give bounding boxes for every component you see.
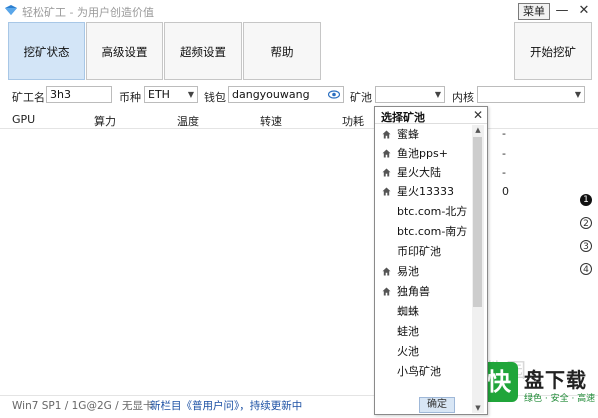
pool-item[interactable]: 蜜蜂 [375, 126, 471, 144]
home-icon [382, 187, 391, 196]
eye-icon[interactable] [328, 89, 340, 100]
pool-item-label: 独角兽 [397, 285, 430, 298]
app-logo-icon [5, 5, 17, 15]
pool-item[interactable]: 币印矿池 [375, 243, 471, 261]
pool-select[interactable]: ▼ [375, 86, 445, 103]
pool-item[interactable]: 小鸟矿池 [375, 363, 471, 381]
coin-select[interactable]: ETH ▼ [144, 86, 198, 103]
pool-item[interactable]: btc.com-北方 [375, 203, 471, 221]
news-link[interactable]: 新栏目《普用户问》，持续更新中 [150, 398, 302, 413]
wallet-input-value: dangyouwang [232, 88, 310, 101]
chevron-down-icon: ▼ [434, 90, 441, 99]
step-one-icon: 1 [580, 194, 592, 206]
pool-item-label: 蛙池 [397, 325, 419, 338]
pool-item-label: 蜘蛛 [397, 305, 419, 318]
pool-item[interactable]: 蜘蛛 [375, 303, 471, 321]
pool-item-label: 易池 [397, 265, 419, 278]
pool-item-label: btc.com-北方 [397, 205, 468, 218]
pool-item[interactable]: btc.com-南方 [375, 223, 471, 241]
pool-item[interactable]: 独角兽 [375, 283, 471, 301]
miner-name-label: 矿工名 [12, 91, 45, 104]
column-header-hashrate: 算力 [94, 115, 116, 128]
column-header-temperature: 温度 [177, 115, 199, 128]
pool-item[interactable]: 易池 [375, 263, 471, 281]
close-icon[interactable]: ✕ [473, 108, 483, 122]
step-two-icon: 2 [580, 217, 592, 229]
pool-item-label: 蜜蜂 [397, 128, 419, 141]
start-mining-button[interactable]: 开始挖矿 [514, 22, 592, 80]
table-cell-value: - [502, 127, 506, 140]
coin-label: 币种 [119, 91, 141, 104]
minimize-button[interactable]: — [552, 2, 572, 20]
column-header-power: 功耗 [342, 115, 364, 128]
table-cell-value: - [502, 166, 506, 179]
scroll-down-icon[interactable]: ▼ [472, 403, 484, 413]
tab-overclock-settings[interactable]: 超频设置 [164, 22, 242, 80]
table-cell-value: - [502, 147, 506, 160]
home-icon [382, 130, 391, 139]
pool-item-label: 小鸟矿池 [397, 365, 441, 378]
pool-item[interactable]: 火池 [375, 343, 471, 361]
popup-scrollbar[interactable]: ▲ ▼ [472, 125, 484, 413]
pool-item-label: 鱼池pps+ [397, 147, 448, 160]
confirm-button[interactable]: 确定 [419, 397, 455, 413]
step-four-icon: 4 [580, 263, 592, 275]
column-header-gpu: GPU [12, 113, 36, 126]
table-cell-value: 0 [502, 185, 509, 198]
pool-item[interactable]: 星火大陆 [375, 164, 471, 182]
home-icon [382, 168, 391, 177]
home-icon [382, 267, 391, 276]
pool-selection-popup: 选择矿池 ✕ 蜜蜂 鱼池pps+ 星火大陆 星火13333 btc.com-北方… [374, 106, 488, 415]
popup-divider [375, 123, 487, 124]
pool-item[interactable]: 蛙池 [375, 323, 471, 341]
pool-item[interactable]: 星火13333 [375, 183, 471, 201]
watermark-brand: 盘下载 [524, 368, 587, 392]
chevron-down-icon: ▼ [187, 90, 194, 99]
menu-button[interactable]: 菜单 [518, 3, 550, 20]
table-header-divider [0, 128, 598, 129]
pool-label: 矿池 [350, 91, 372, 104]
tab-advanced-settings[interactable]: 高级设置 [86, 22, 163, 80]
home-icon [382, 287, 391, 296]
tab-mining-status[interactable]: 挖矿状态 [8, 22, 85, 80]
kernel-label: 内核 [452, 91, 474, 104]
kernel-select[interactable]: ▼ [477, 86, 585, 103]
pool-item-label: 币印矿池 [397, 245, 441, 258]
title-bar: 轻松矿工 - 为用户创造价值 菜单 — ✕ [0, 0, 598, 22]
pool-item-label: btc.com-南方 [397, 225, 468, 238]
home-icon [382, 149, 391, 158]
system-info-text: Win7 SP1 / 1G@2G / 无显卡 [12, 400, 154, 412]
close-button[interactable]: ✕ [574, 2, 594, 20]
chevron-down-icon: ▼ [574, 90, 581, 99]
scroll-up-icon[interactable]: ▲ [472, 125, 484, 135]
window-title: 轻松矿工 - 为用户创造价值 [22, 6, 154, 19]
column-header-fan-speed: 转速 [260, 115, 282, 128]
pool-item-label: 星火大陆 [397, 166, 441, 179]
step-three-icon: 3 [580, 240, 592, 252]
scroll-thumb[interactable] [473, 137, 482, 307]
tab-help[interactable]: 帮助 [243, 22, 321, 80]
pool-item-label: 火池 [397, 345, 419, 358]
pool-item-label: 星火13333 [397, 185, 454, 198]
watermark-slogan: 绿色 · 安全 · 高速 [524, 394, 596, 404]
wallet-label: 钱包 [204, 91, 226, 104]
miner-name-input[interactable]: 3h3 [46, 86, 112, 103]
coin-select-value: ETH [148, 88, 170, 101]
wallet-input[interactable]: dangyouwang [228, 86, 344, 103]
pool-item[interactable]: 鱼池pps+ [375, 145, 471, 163]
